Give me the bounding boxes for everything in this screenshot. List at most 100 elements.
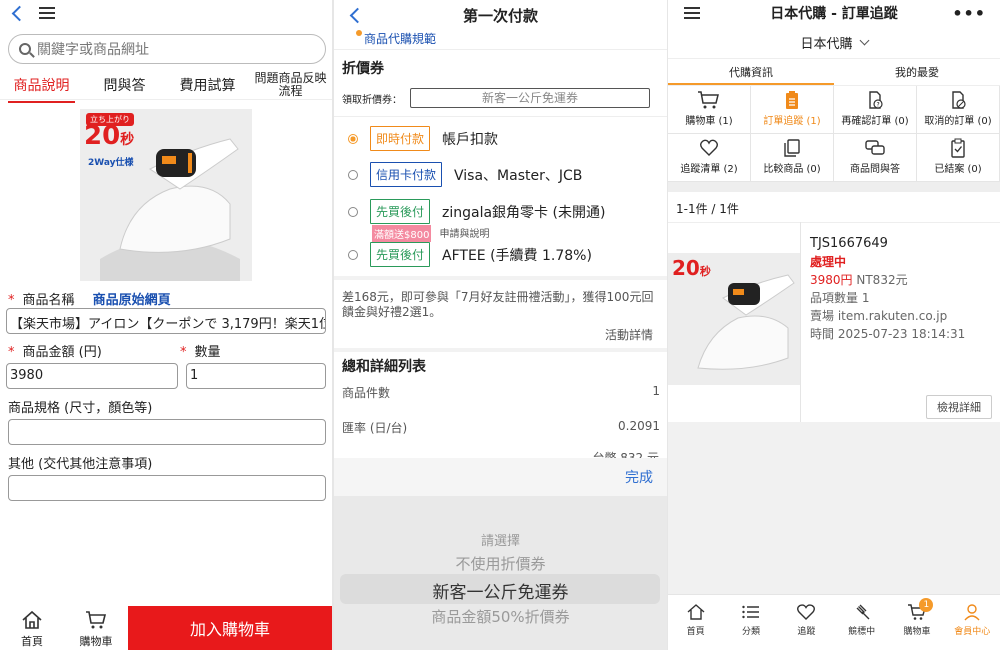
nav-cart[interactable]: 購物車 xyxy=(64,606,128,650)
service-selector[interactable]: 日本代購 xyxy=(668,26,1000,58)
payment-panel: 第一次付款 商品代購規範 折價券 領取折價券： 新客一公斤免運券 即時付款 帳戶… xyxy=(334,0,667,650)
coupon-section-title: 折價券 xyxy=(342,61,384,77)
tab-favorites[interactable]: 我的最愛 xyxy=(834,59,1000,85)
clipboard-icon xyxy=(786,91,798,109)
grid-closed[interactable]: 已結案 (0) xyxy=(917,134,1000,182)
user-icon xyxy=(964,604,980,621)
order-qty: 品項數量 1 xyxy=(810,291,870,305)
tab-purchase-info[interactable]: 代購資訊 xyxy=(668,59,834,85)
grid-order-tracking[interactable]: 訂單追蹤 (1) xyxy=(751,86,834,134)
radio[interactable] xyxy=(348,249,358,260)
menu-icon[interactable] xyxy=(684,7,700,19)
bullet-icon xyxy=(356,30,362,36)
order-price: 3980円 NT832元 xyxy=(810,273,908,287)
product-name-field[interactable]: 【楽天市場】アイロン【クーポンで 3,179円！楽天1位】ス... xyxy=(6,308,326,334)
search-placeholder: 關鍵字或商品網址 xyxy=(37,42,149,58)
other-label: 其他 (交代其他注意事項) xyxy=(8,457,153,472)
more-icon[interactable]: ••• xyxy=(952,4,986,23)
nav-category[interactable]: 分類 xyxy=(723,595,778,650)
price-label: 商品金額 (円) xyxy=(22,345,102,360)
payment-option-account[interactable]: 即時付款 帳戶扣款 xyxy=(348,126,498,151)
tab-report-flow[interactable]: 問題商品反映流程 xyxy=(249,71,332,98)
grid-reconfirm[interactable]: ? 再確認訂單 (0) xyxy=(834,86,917,134)
name-label: 商品名稱 xyxy=(22,293,75,308)
badge-unit: 秒 xyxy=(120,132,135,148)
nav-home-label: 首頁 xyxy=(21,635,43,648)
done-button[interactable]: 完成 xyxy=(625,467,653,487)
chevron-down-icon xyxy=(859,35,869,45)
order-card[interactable]: 20秒 TJS1667649 處理中 3980円 NT832元 品項數量 1 賣… xyxy=(668,222,1000,422)
nav-watch[interactable]: 追蹤 xyxy=(779,595,834,650)
order-badge-main: 20秒 xyxy=(672,256,711,280)
original-page-link[interactable]: 商品原始網頁 xyxy=(93,293,171,308)
price-label-row: * 商品金額 (円) xyxy=(8,345,102,360)
back-icon[interactable] xyxy=(349,7,366,23)
badge-main: 20秒 xyxy=(84,121,134,151)
search-input[interactable]: 關鍵字或商品網址 xyxy=(8,34,326,64)
cart-icon xyxy=(86,611,107,629)
tracking-tabs: 代購資訊 我的最愛 xyxy=(668,58,1000,86)
badge-number: 20 xyxy=(84,121,121,151)
home-icon xyxy=(22,610,42,629)
payment-text: 帳戶扣款 xyxy=(442,131,499,148)
bottom-bar: 首頁 購物車 加入購物車 xyxy=(0,606,332,650)
grid-compare[interactable]: 比較商品 (0) xyxy=(751,134,834,182)
spec-field[interactable] xyxy=(8,419,326,445)
nav-home[interactable]: 首頁 xyxy=(668,595,723,650)
grid-product-qa[interactable]: 商品問與答 xyxy=(834,134,917,182)
order-product-image: 20秒 xyxy=(668,253,800,385)
picker-toolbar: 完成 xyxy=(334,458,667,496)
nav-cart-label: 購物車 xyxy=(79,635,113,648)
nav-home[interactable]: 首頁 xyxy=(0,606,64,650)
badge-sub: 2Way仕様 xyxy=(88,158,134,168)
order-badge-unit: 秒 xyxy=(699,265,711,278)
picker-option[interactable]: 請選擇 xyxy=(334,530,667,549)
radio[interactable] xyxy=(348,206,358,217)
payment-option-aftee[interactable]: 先買後付 AFTEE (手續費 1.78%) xyxy=(348,242,592,267)
clipboard-check-icon xyxy=(951,138,965,158)
other-field[interactable] xyxy=(8,475,326,501)
payment-option-credit[interactable]: 信用卡付款 Visa、Master、JCB xyxy=(348,162,582,187)
heart-icon xyxy=(797,604,816,620)
tab-qa[interactable]: 問與答 xyxy=(83,75,166,95)
menu-icon[interactable] xyxy=(39,7,55,19)
tab-fee-calc[interactable]: 費用試算 xyxy=(166,75,249,95)
rules-link[interactable]: 商品代購規範 xyxy=(334,30,667,50)
result-count: 1-1件 / 1件 xyxy=(676,202,739,216)
payment-text: zingala銀角零卡 (未開通) xyxy=(442,204,606,221)
zingala-promo: 滿額送$800 申請與說明 xyxy=(372,225,489,242)
nav-cart[interactable]: 1 購物車 xyxy=(889,595,944,650)
price-field[interactable]: 3980 xyxy=(6,363,178,389)
picker-option[interactable]: 商品金額50%折價券 xyxy=(334,606,667,627)
grid-cart[interactable]: 購物車 (1) xyxy=(668,86,751,134)
payment-option-zingala[interactable]: 先買後付 zingala銀角零卡 (未開通) xyxy=(348,199,605,224)
payment-text: AFTEE (手續費 1.78%) xyxy=(442,247,592,264)
qty-field[interactable]: 1 xyxy=(186,363,326,389)
view-detail-button[interactable]: 檢視詳細 xyxy=(926,395,992,419)
tab-description[interactable]: 商品說明 xyxy=(0,75,83,103)
qty-label: 數量 xyxy=(194,345,221,360)
promo-detail-link[interactable]: 活動詳情 xyxy=(605,326,653,343)
list-icon xyxy=(742,605,759,619)
radio-selected[interactable] xyxy=(348,133,358,144)
back-icon[interactable] xyxy=(11,5,28,21)
apply-link[interactable]: 申請與說明 xyxy=(439,225,489,242)
payment-badge: 先買後付 xyxy=(370,242,431,267)
nav-bidding[interactable]: 競標中 xyxy=(834,595,889,650)
summary-row: 商品件數 1 xyxy=(342,384,660,400)
product-panel: 關鍵字或商品網址 商品說明 問與答 費用試算 問題商品反映流程 立ち上がり 20… xyxy=(0,0,332,650)
page-title: 第一次付款 xyxy=(462,6,538,25)
product-tabs: 商品說明 問與答 費用試算 問題商品反映流程 xyxy=(0,70,332,103)
compare-icon xyxy=(784,139,800,157)
page-title: 日本代購 - 訂單追蹤 xyxy=(770,6,898,22)
coupon-select[interactable]: 新客一公斤免運券 xyxy=(410,88,650,108)
grid-cancelled[interactable]: 取消的訂單 (0) xyxy=(917,86,1000,134)
nav-member-center[interactable]: 會員中心 xyxy=(945,595,1000,650)
add-to-cart-button[interactable]: 加入購物車 xyxy=(128,606,332,650)
picker-option-selected[interactable]: 新客一公斤免運券 xyxy=(334,578,667,603)
picker-option[interactable]: 不使用折價券 xyxy=(334,553,667,574)
promo-text: 差168元，即可參與「7月好友註冊禮活動」，獲得100元回饋金與好禮2選1。 xyxy=(342,290,654,319)
coupon-picker[interactable]: 完成 請選擇 不使用折價券 新客一公斤免運券 商品金額50%折價券 xyxy=(334,458,667,650)
grid-watchlist[interactable]: 追蹤清單 (2) xyxy=(668,134,751,182)
radio[interactable] xyxy=(348,169,358,180)
